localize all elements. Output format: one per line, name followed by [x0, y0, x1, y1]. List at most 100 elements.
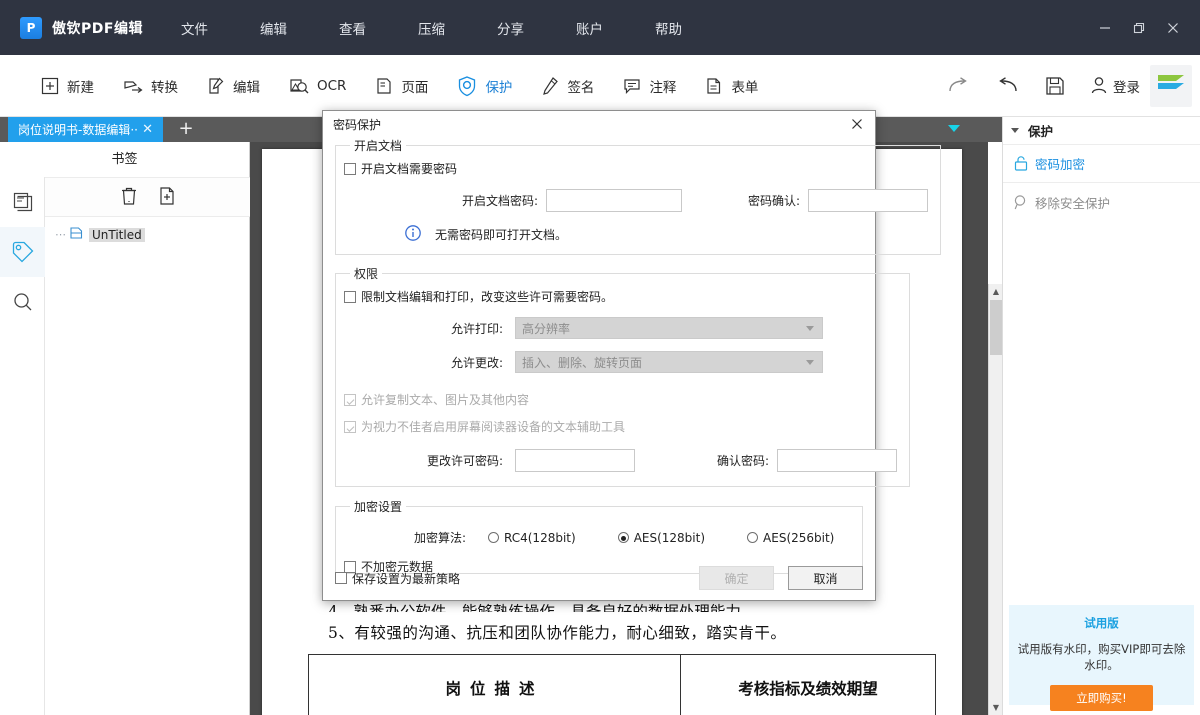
- sidebar-item-remove-security[interactable]: 移除安全保护: [1003, 183, 1200, 221]
- pen-icon: [540, 76, 560, 96]
- permission-password-label: 更改许可密码:: [348, 452, 503, 469]
- side-panel-header[interactable]: 保护: [1003, 117, 1200, 145]
- menu-item-file[interactable]: 文件: [181, 12, 208, 44]
- menu-item-view[interactable]: 查看: [339, 12, 366, 44]
- toolbar-label-page: 页面: [401, 76, 428, 96]
- bookmark-node[interactable]: ⋯ UnTitled: [45, 226, 250, 243]
- permission-password-input[interactable]: [515, 449, 635, 472]
- add-page-icon[interactable]: [157, 185, 177, 210]
- save-policy-checkbox[interactable]: [335, 572, 347, 584]
- toolbar-button-protect[interactable]: 保护: [446, 55, 522, 117]
- allow-change-label: 允许更改:: [348, 354, 503, 371]
- menu-item-share[interactable]: 分享: [497, 12, 524, 44]
- open-password-row: 开启文档密码: 密码确认:: [348, 189, 928, 212]
- radio-aes-256[interactable]: AES(256bit): [747, 531, 834, 545]
- toolbar-label-protect: 保护: [485, 76, 512, 96]
- menu-item-account[interactable]: 账户: [576, 12, 603, 44]
- maximize-icon[interactable]: [1122, 13, 1156, 43]
- allow-copy-checkbox[interactable]: [344, 394, 356, 406]
- allow-change-value: 插入、删除、旋转页面: [522, 354, 642, 371]
- require-open-password-checkbox-row[interactable]: 开启文档需要密码: [344, 160, 928, 177]
- radio-aes-128[interactable]: AES(128bit): [618, 531, 705, 545]
- document-line-5: 5、有较强的沟通、抗压和团队协作能力，耐心细致，踏实肯干。: [328, 621, 916, 643]
- trash-icon[interactable]: [119, 185, 139, 210]
- allow-print-row: 允许打印: 高分辨率: [348, 317, 897, 339]
- chevron-down-icon[interactable]: [948, 125, 960, 132]
- toolbar-button-new[interactable]: 新建: [30, 55, 104, 117]
- close-icon[interactable]: ✕: [138, 122, 157, 137]
- minimize-icon[interactable]: [1088, 13, 1122, 43]
- scroll-up-icon[interactable]: ▲: [989, 284, 1003, 299]
- trial-promo-text: 试用版有水印，购买VIP即可去除水印。: [1009, 641, 1194, 673]
- scroll-down-icon[interactable]: ▼: [989, 700, 1003, 715]
- open-password-input[interactable]: [546, 189, 682, 212]
- account-login-button[interactable]: 登录: [1079, 55, 1150, 117]
- ok-button[interactable]: 确定: [699, 566, 774, 590]
- screen-reader-checkbox-row[interactable]: 为视力不佳者启用屏幕阅读器设备的文本辅助工具: [344, 418, 897, 435]
- close-icon[interactable]: [845, 113, 869, 135]
- cancel-button[interactable]: 取消: [788, 566, 863, 590]
- toolbar-button-convert[interactable]: 转换: [112, 55, 188, 117]
- require-open-password-checkbox[interactable]: [344, 163, 356, 175]
- info-circle-icon: [404, 224, 422, 245]
- document-tab[interactable]: 岗位说明书-数据编辑···· ✕: [8, 117, 163, 142]
- close-icon[interactable]: [1156, 13, 1190, 43]
- toolbar-button-sign[interactable]: 签名: [530, 55, 604, 117]
- toolbar-button-ocr[interactable]: OCR: [278, 55, 356, 117]
- title-bar: P 傲钦PDF编辑 文件 编辑 查看 压缩 分享 账户 帮助: [0, 0, 1200, 55]
- document-tab-label: 岗位说明书-数据编辑····: [18, 121, 138, 138]
- pages-thumbnail-icon[interactable]: [0, 177, 45, 227]
- scrollbar-track[interactable]: ▲ ▼: [988, 284, 1002, 715]
- chevron-down-icon: [1011, 128, 1019, 133]
- toolbar-button-form[interactable]: 表单: [694, 55, 768, 117]
- new-tab-button[interactable]: +: [176, 119, 196, 139]
- encryption-group: 加密设置 加密算法: RC4(128bit) AES(128bit) AES(2…: [335, 498, 863, 574]
- toolbar-button-edit[interactable]: 编辑: [196, 55, 270, 117]
- allow-copy-checkbox-row[interactable]: 允许复制文本、图片及其他内容: [344, 391, 897, 408]
- restrict-editing-checkbox-row[interactable]: 限制文档编辑和打印，改变这些许可需要密码。: [344, 288, 897, 305]
- menu-item-edit[interactable]: 编辑: [260, 12, 287, 44]
- radio-label-aes-128: AES(128bit): [634, 531, 705, 545]
- permission-confirm-input[interactable]: [777, 449, 897, 472]
- save-policy-row[interactable]: 保存设置为最新策略: [335, 570, 460, 587]
- allow-change-select[interactable]: 插入、删除、旋转页面: [515, 351, 823, 373]
- menu-item-help[interactable]: 帮助: [655, 12, 682, 44]
- redo-arrow-icon[interactable]: [935, 55, 983, 117]
- document-table: 岗位描述 按重要顺序依次列出每项职责 考核指标及绩效期望 数量或质量: [308, 654, 936, 715]
- protect-side-panel: 保护 密码加密 移除安全保护 试用版 试用版有水印，购买VIP即可去除水印。 立…: [1002, 117, 1200, 715]
- undo-arrow-icon[interactable]: [983, 55, 1031, 117]
- buy-now-button[interactable]: 立即购买!: [1050, 685, 1153, 711]
- bookmark-tag-icon[interactable]: [0, 227, 45, 277]
- tree-connector: ⋯: [55, 228, 67, 241]
- allow-print-value: 高分辨率: [522, 320, 570, 337]
- sidebar-item-password-encrypt[interactable]: 密码加密: [1003, 145, 1200, 183]
- screen-reader-label: 为视力不佳者启用屏幕阅读器设备的文本辅助工具: [361, 418, 625, 435]
- menu-item-compress[interactable]: 压缩: [418, 12, 445, 44]
- page-icon: [374, 76, 394, 96]
- allow-print-select[interactable]: 高分辨率: [515, 317, 823, 339]
- floppy-save-icon[interactable]: [1031, 55, 1079, 117]
- dialog-footer: 保存设置为最新策略 确定 取消: [335, 566, 863, 590]
- allow-copy-label: 允许复制文本、图片及其他内容: [361, 391, 529, 408]
- viewer-scrollbar[interactable]: ▲ ▼: [988, 142, 1002, 715]
- bookmarks-toolbar: [45, 177, 250, 217]
- encryption-algorithm-row: 加密算法: RC4(128bit) AES(128bit) AES(256bit…: [348, 529, 850, 546]
- pencil-page-icon: [206, 76, 226, 96]
- encryption-legend: 加密设置: [350, 498, 406, 515]
- toolbar-label-ocr: OCR: [317, 78, 346, 94]
- scrollbar-thumb[interactable]: [990, 300, 1002, 355]
- screen-reader-checkbox[interactable]: [344, 421, 356, 433]
- toolbar-button-comment[interactable]: 注释: [612, 55, 686, 117]
- open-password-confirm-input[interactable]: [808, 189, 928, 212]
- app-logo-icon: P: [20, 17, 42, 39]
- app-title: 傲钦PDF编辑: [52, 18, 143, 38]
- radio-rc4-128[interactable]: RC4(128bit): [488, 531, 576, 545]
- radio-circle-rc4-128: [488, 532, 499, 543]
- convert-icon: [122, 76, 144, 96]
- allow-print-label: 允许打印:: [348, 320, 503, 337]
- brand-logo-icon[interactable]: [1150, 65, 1192, 107]
- restrict-editing-checkbox[interactable]: [344, 291, 356, 303]
- toolbar-button-page[interactable]: 页面: [364, 55, 438, 117]
- search-icon[interactable]: [0, 277, 45, 327]
- toolbar-label-comment: 注释: [649, 76, 676, 96]
